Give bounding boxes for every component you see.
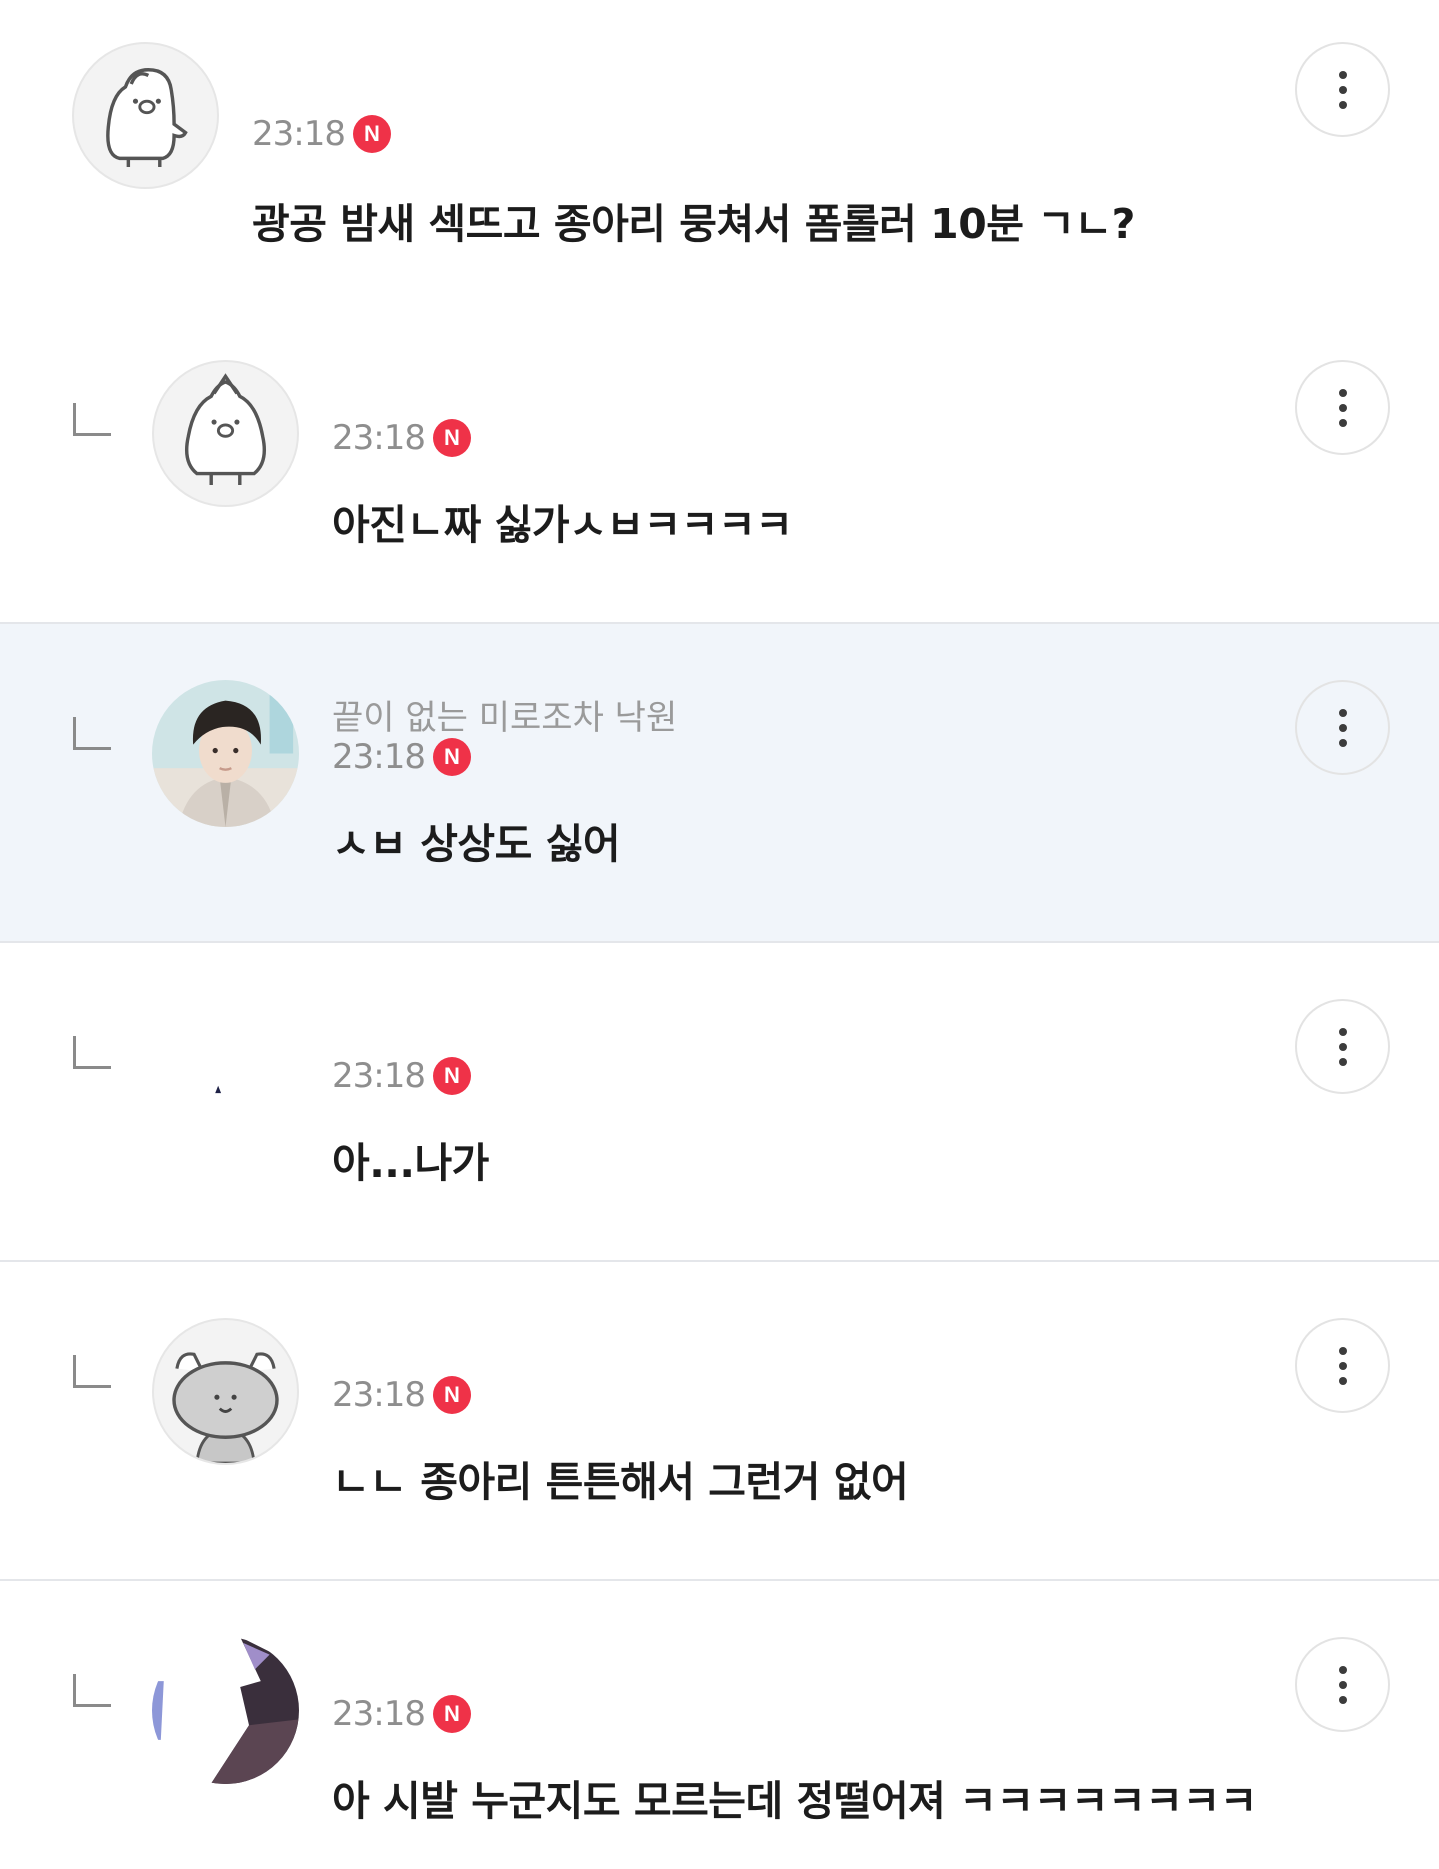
time-row: 23:18 N: [332, 1373, 471, 1417]
comment-text: 광공 밤새 섹뜨고 종아리 뭉쳐서 폼롤러 10분 ㄱㄴ?: [252, 200, 1135, 248]
more-vertical-icon: [1338, 1665, 1347, 1704]
comment-text: ㄴㄴ 종아리 튼튼해서 그런거 없어: [332, 1458, 909, 1506]
more-vertical-icon: [1338, 70, 1347, 109]
reply-arrow-icon: [73, 717, 111, 750]
timestamp: 23:18: [332, 1694, 426, 1734]
hidden-avatar: [152, 999, 299, 1146]
timestamp: 23:18: [332, 737, 426, 777]
new-badge: N: [432, 419, 471, 457]
nickname[interactable]: 끝이 없는 미로조차 낙원: [332, 696, 677, 740]
time-row: 23:18 N: [332, 1692, 471, 1736]
reply-item: 23:18 N ㄴㄴ 종아리 튼튼해서 그런거 없어: [0, 1262, 1439, 1581]
avatar[interactable]: [152, 1318, 299, 1465]
reply-arrow-icon: [73, 403, 111, 436]
more-options-button[interactable]: [1295, 360, 1390, 455]
penguin-icon: [106, 68, 188, 167]
reply-item: 끝이 없는 미로조차 낙원 23:18 N ㅅㅂ 상상도 싫어: [0, 624, 1439, 943]
timestamp: 23:18: [332, 1375, 426, 1415]
profile-photo: [152, 1637, 299, 1784]
reply-arrow-icon: [73, 1674, 111, 1707]
avatar[interactable]: [152, 680, 299, 827]
timestamp: 23:18: [332, 1056, 426, 1096]
comment-text: 아 시발 누군지도 모르는데 정떨어져 ㅋㅋㅋㅋㅋㅋㅋㅋ: [332, 1777, 1257, 1825]
new-badge: N: [432, 1695, 471, 1733]
profile-photo: [152, 680, 299, 827]
avatar[interactable]: [152, 999, 299, 1146]
avatar[interactable]: [72, 42, 219, 189]
more-vertical-icon: [1338, 1027, 1347, 1066]
more-options-button[interactable]: [1295, 42, 1390, 137]
more-options-button[interactable]: [1295, 1318, 1390, 1413]
new-badge: N: [432, 1376, 471, 1414]
penguin-icon: [184, 373, 267, 485]
cat-icon: [172, 1352, 279, 1463]
more-vertical-icon: [1338, 708, 1347, 747]
time-row: 23:18 N: [252, 112, 391, 156]
comment-text: ㅅㅂ 상상도 싫어: [332, 820, 621, 868]
reply-item: 23:18 N 아...나가: [0, 943, 1439, 1262]
time-row: 23:18 N: [332, 735, 471, 779]
comment-text: 아...나가: [332, 1139, 489, 1187]
avatar[interactable]: [152, 1637, 299, 1784]
reply-arrow-icon: [73, 1355, 111, 1388]
more-options-button[interactable]: [1295, 999, 1390, 1094]
reply-arrow-icon: [73, 1036, 111, 1069]
more-vertical-icon: [1338, 388, 1347, 427]
avatar[interactable]: [152, 360, 299, 507]
new-badge: N: [352, 115, 391, 153]
reply-item: 23:18 N 아진ㄴ짜 싫가ㅅㅂㅋㅋㅋㅋ: [0, 305, 1439, 624]
more-vertical-icon: [1338, 1346, 1347, 1385]
time-row: 23:18 N: [332, 416, 471, 460]
comment-item: 23:18 N 광공 밤새 섹뜨고 종아리 뭉쳐서 폼롤러 10분 ㄱㄴ?: [0, 0, 1439, 319]
new-badge: N: [432, 738, 471, 776]
more-options-button[interactable]: [1295, 1637, 1390, 1732]
timestamp: 23:18: [332, 418, 426, 458]
time-row: 23:18 N: [332, 1054, 471, 1098]
comment-text: 아진ㄴ짜 싫가ㅅㅂㅋㅋㅋㅋ: [332, 501, 793, 549]
reply-item: 23:18 N 아 시발 누군지도 모르는데 정떨어져 ㅋㅋㅋㅋㅋㅋㅋㅋ: [0, 1581, 1439, 1869]
new-badge: N: [432, 1057, 471, 1095]
timestamp: 23:18: [252, 114, 346, 154]
more-options-button[interactable]: [1295, 680, 1390, 775]
